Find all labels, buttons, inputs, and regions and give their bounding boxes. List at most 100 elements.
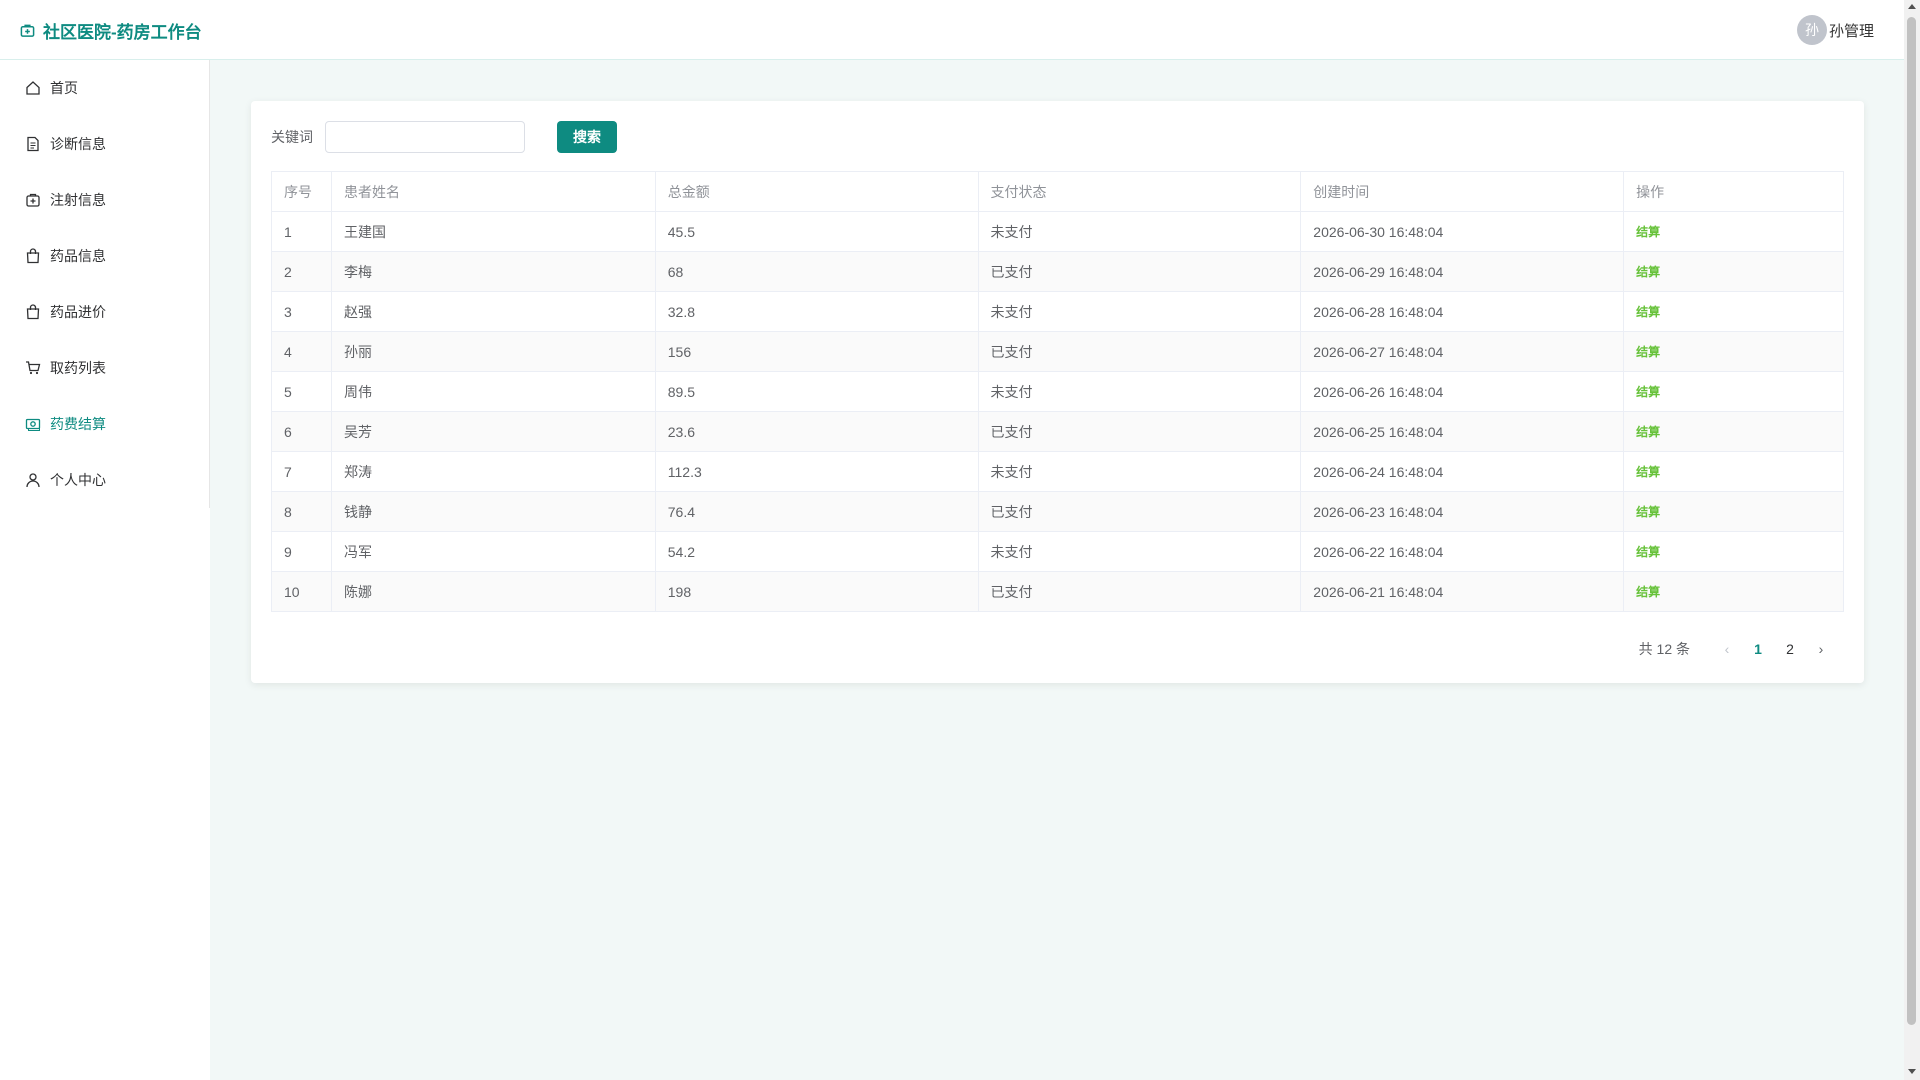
settle-link[interactable]: 结算 (1636, 545, 1660, 559)
scroll-thumb[interactable] (1907, 17, 1916, 1025)
table-row: 8 钱静 76.4 已支付 2026-06-23 16:48:04 结算 (271, 491, 1844, 532)
table-header-row: 序号 患者姓名 总金额 支付状态 创建时间 操作 (271, 171, 1844, 212)
settle-link[interactable]: 结算 (1636, 265, 1660, 279)
operation-cell: 结算 (1623, 491, 1844, 532)
sidebar-item-settlement[interactable]: 药费结算 (0, 396, 209, 452)
settle-link[interactable]: 结算 (1636, 305, 1660, 319)
user-name[interactable]: 孙管理 (1829, 20, 1874, 41)
row-index: 9 (271, 531, 332, 572)
sidebar-item-label: 注射信息 (50, 192, 106, 208)
bag-icon (24, 247, 42, 265)
sidebar-item-injection[interactable]: 注射信息 (0, 172, 209, 228)
created-time: 2026-06-27 16:48:04 (1300, 331, 1625, 372)
settle-link[interactable]: 结算 (1636, 505, 1660, 519)
sidebar-item-label: 药品进价 (50, 304, 106, 320)
settle-link[interactable]: 结算 (1636, 225, 1660, 239)
search-label: 关键词 (271, 129, 313, 145)
table-row: 5 周伟 89.5 未支付 2026-06-26 16:48:04 结算 (271, 371, 1844, 412)
payment-status: 未支付 (977, 211, 1302, 252)
sidebar-item-pickup-list[interactable]: 取药列表 (0, 340, 209, 396)
payment-status: 已支付 (977, 251, 1302, 292)
page-number-2[interactable]: 2 (1774, 641, 1806, 657)
created-time: 2026-06-25 16:48:04 (1300, 411, 1625, 452)
document-icon (24, 135, 42, 153)
cart-icon (24, 359, 42, 377)
patient-name: 郑涛 (330, 451, 656, 492)
total-amount: 45.5 (654, 211, 979, 252)
first-aid-icon (24, 191, 42, 209)
row-index: 2 (271, 251, 332, 292)
patient-name: 周伟 (330, 371, 656, 412)
table-row: 1 王建国 45.5 未支付 2026-06-30 16:48:04 结算 (271, 211, 1844, 252)
sidebar-item-home[interactable]: 首页 (0, 60, 209, 116)
total-amount: 76.4 (654, 491, 979, 532)
created-time: 2026-06-29 16:48:04 (1300, 251, 1625, 292)
page-scrollbar[interactable] (1904, 0, 1920, 1080)
total-amount: 54.2 (654, 531, 979, 572)
main-content: 关键词 搜索 序号 患者姓名 总金额 支付状态 创建时间 操作 1 王建国 45… (210, 60, 1904, 1080)
settle-link[interactable]: 结算 (1636, 425, 1660, 439)
app-title: 社区医院-药房工作台 (43, 23, 202, 42)
row-index: 5 (271, 371, 332, 412)
payment-status: 未支付 (977, 291, 1302, 332)
patient-name: 王建国 (330, 211, 656, 252)
created-time: 2026-06-24 16:48:04 (1300, 451, 1625, 492)
medical-kit-icon (20, 23, 35, 38)
patient-name: 李梅 (330, 251, 656, 292)
column-header: 患者姓名 (330, 171, 656, 212)
sidebar-empty-area (0, 508, 210, 1080)
created-time: 2026-06-22 16:48:04 (1300, 531, 1625, 572)
settle-link[interactable]: 结算 (1636, 585, 1660, 599)
payment-status: 已支付 (977, 411, 1302, 452)
sidebar-item-label: 诊断信息 (50, 136, 106, 152)
payment-status: 未支付 (977, 371, 1302, 412)
operation-cell: 结算 (1623, 571, 1844, 612)
sidebar-item-drug-price[interactable]: 药品进价 (0, 284, 209, 340)
table-row: 10 陈娜 198 已支付 2026-06-21 16:48:04 结算 (271, 571, 1844, 612)
settle-link[interactable]: 结算 (1636, 465, 1660, 479)
total-amount: 32.8 (654, 291, 979, 332)
sidebar-menu: 首页 诊断信息 注射信息 药品信息 药品进价 取药列表 药费结算 个人中心 (0, 60, 210, 508)
row-index: 8 (271, 491, 332, 532)
payment-status: 未支付 (977, 531, 1302, 572)
sidebar-item-drug-info[interactable]: 药品信息 (0, 228, 209, 284)
table-row: 3 赵强 32.8 未支付 2026-06-28 16:48:04 结算 (271, 291, 1844, 332)
created-time: 2026-06-30 16:48:04 (1300, 211, 1625, 252)
sidebar-item-label: 个人中心 (50, 472, 106, 488)
patient-name: 钱静 (330, 491, 656, 532)
created-time: 2026-06-23 16:48:04 (1300, 491, 1625, 532)
settlement-card: 关键词 搜索 序号 患者姓名 总金额 支付状态 创建时间 操作 1 王建国 45… (251, 101, 1864, 683)
keyword-input[interactable] (325, 121, 525, 153)
operation-cell: 结算 (1623, 211, 1844, 252)
column-header: 序号 (271, 171, 332, 212)
sidebar: 首页 诊断信息 注射信息 药品信息 药品进价 取药列表 药费结算 个人中心 (0, 60, 210, 1080)
sidebar-item-label: 药费结算 (50, 416, 106, 432)
sidebar-item-profile[interactable]: 个人中心 (0, 452, 209, 508)
next-page-icon[interactable]: › (1806, 641, 1836, 657)
row-index: 6 (271, 411, 332, 452)
total-amount: 156 (654, 331, 979, 372)
operation-cell: 结算 (1623, 531, 1844, 572)
row-index: 10 (271, 571, 332, 612)
page-number-1[interactable]: 1 (1742, 641, 1774, 657)
settle-link[interactable]: 结算 (1636, 385, 1660, 399)
operation-cell: 结算 (1623, 291, 1844, 332)
scroll-up-arrow-icon[interactable] (1908, 4, 1916, 9)
prev-page-icon[interactable]: ‹ (1712, 641, 1742, 657)
sidebar-item-label: 取药列表 (50, 360, 106, 376)
avatar[interactable]: 孙 (1796, 15, 1827, 45)
sidebar-item-label: 药品信息 (50, 248, 106, 264)
row-index: 4 (271, 331, 332, 372)
settle-link[interactable]: 结算 (1636, 345, 1660, 359)
sidebar-item-diagnosis[interactable]: 诊断信息 (0, 116, 209, 172)
user-menu[interactable]: 孙 孙管理 (1796, 15, 1874, 45)
operation-cell: 结算 (1623, 331, 1844, 372)
patient-name: 赵强 (330, 291, 656, 332)
total-amount: 68 (654, 251, 979, 292)
payment-status: 未支付 (977, 451, 1302, 492)
row-index: 7 (271, 451, 332, 492)
total-amount: 89.5 (654, 371, 979, 412)
scroll-down-arrow-icon[interactable] (1908, 1069, 1916, 1074)
search-button[interactable]: 搜索 (557, 121, 617, 153)
table-row: 6 吴芳 23.6 已支付 2026-06-25 16:48:04 结算 (271, 411, 1844, 452)
